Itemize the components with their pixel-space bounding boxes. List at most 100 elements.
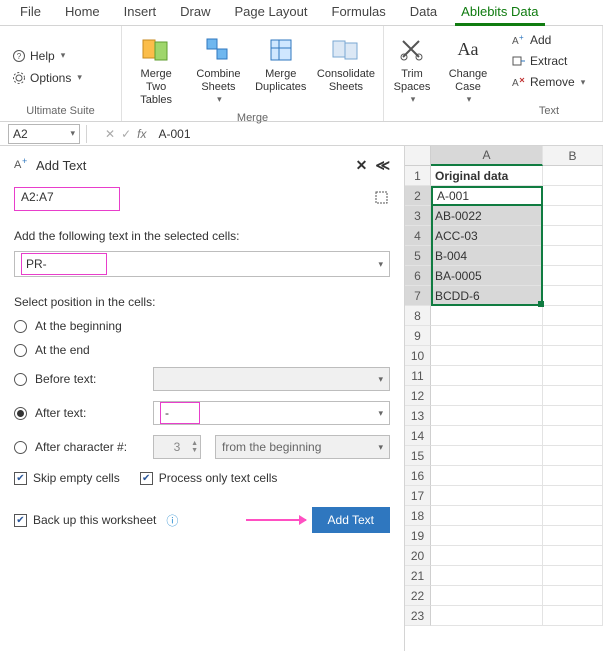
enter-icon[interactable]: ✓ (121, 127, 131, 141)
cell[interactable] (431, 446, 543, 466)
cell[interactable]: BCDD-6 (431, 286, 543, 306)
trim-spaces[interactable]: Trim Spaces▾ (390, 30, 434, 107)
cell[interactable] (543, 426, 603, 446)
cell[interactable] (543, 226, 603, 246)
formula-input[interactable]: A-001 (156, 125, 603, 143)
cancel-icon[interactable]: ✕ (105, 127, 115, 141)
chk-backup[interactable]: ✔ Back up this worksheet ⓘ (14, 512, 178, 529)
cell[interactable] (431, 506, 543, 526)
cell[interactable] (543, 186, 603, 206)
cell[interactable]: AB-0022 (431, 206, 543, 226)
help-button[interactable]: ? Help▾ (6, 46, 71, 66)
cell[interactable] (431, 346, 543, 366)
radio-end[interactable]: At the end (14, 343, 390, 357)
merge-duplicates[interactable]: Merge Duplicates (253, 30, 309, 96)
range-picker-icon[interactable] (374, 190, 390, 209)
tab-data[interactable]: Data (398, 0, 449, 25)
help-icon[interactable]: ⓘ (166, 512, 178, 529)
cell[interactable] (543, 566, 603, 586)
cell[interactable] (431, 586, 543, 606)
row-header[interactable]: 10 (405, 346, 431, 366)
text-extract[interactable]: Extract (506, 51, 573, 71)
select-all[interactable] (405, 146, 431, 166)
tab-insert[interactable]: Insert (112, 0, 169, 25)
name-box[interactable]: A2 ▾ (8, 124, 80, 144)
row-header[interactable]: 9 (405, 326, 431, 346)
row-header[interactable]: 8 (405, 306, 431, 326)
row-header[interactable]: 5 (405, 246, 431, 266)
cell[interactable] (431, 546, 543, 566)
combine-sheets[interactable]: Combine Sheets▾ (190, 30, 246, 107)
cell[interactable] (543, 266, 603, 286)
row-header[interactable]: 13 (405, 406, 431, 426)
row-header[interactable]: 11 (405, 366, 431, 386)
cell[interactable] (543, 586, 603, 606)
cell[interactable] (431, 326, 543, 346)
options-button[interactable]: Options▾ (6, 68, 88, 88)
cell[interactable] (543, 386, 603, 406)
row-header[interactable]: 3 (405, 206, 431, 226)
cell[interactable] (431, 526, 543, 546)
cell[interactable] (431, 466, 543, 486)
cell[interactable] (543, 166, 603, 186)
cell[interactable] (431, 566, 543, 586)
row-header[interactable]: 18 (405, 506, 431, 526)
col-header-A[interactable]: A (431, 146, 543, 166)
cell[interactable] (543, 346, 603, 366)
row-header[interactable]: 16 (405, 466, 431, 486)
cell[interactable]: ACC-03 (431, 226, 543, 246)
cell[interactable] (543, 446, 603, 466)
merge-two-tables[interactable]: Merge Two Tables (128, 30, 184, 110)
row-header[interactable]: 4 (405, 226, 431, 246)
cell[interactable] (543, 526, 603, 546)
radio-before-text[interactable]: Before text: ▾ (14, 367, 390, 391)
tab-file[interactable]: File (8, 0, 53, 25)
fx-icon[interactable]: fx (137, 127, 146, 141)
cell[interactable] (543, 486, 603, 506)
cell[interactable] (431, 486, 543, 506)
row-header[interactable]: 7 (405, 286, 431, 306)
cell[interactable] (431, 386, 543, 406)
consolidate-sheets[interactable]: Consolidate Sheets (315, 30, 377, 96)
cell[interactable] (431, 426, 543, 446)
collapse-icon[interactable]: ≪ (375, 157, 390, 174)
radio-beginning[interactable]: At the beginning (14, 319, 390, 333)
cell[interactable] (543, 326, 603, 346)
cell[interactable]: BA-0005 (431, 266, 543, 286)
row-header[interactable]: 1 (405, 166, 431, 186)
radio-after-char[interactable]: After character #: 3▲▼ from the beginnin… (14, 435, 390, 459)
cell[interactable] (431, 306, 543, 326)
before-text-select[interactable]: ▾ (153, 367, 390, 391)
after-text-select[interactable]: - ▾ (153, 401, 390, 425)
cell[interactable] (543, 406, 603, 426)
char-number-input[interactable]: 3▲▼ (153, 435, 201, 459)
cell[interactable] (543, 506, 603, 526)
range-input[interactable]: A2:A7 (14, 187, 120, 211)
cell[interactable] (543, 546, 603, 566)
cell[interactable] (543, 286, 603, 306)
cell[interactable] (543, 306, 603, 326)
row-header[interactable]: 2 (405, 186, 431, 206)
row-header[interactable]: 17 (405, 486, 431, 506)
cell[interactable] (431, 366, 543, 386)
chk-text-only[interactable]: ✔ Process only text cells (140, 471, 278, 485)
cell[interactable] (543, 466, 603, 486)
cell[interactable]: A-001 (431, 186, 543, 206)
text-remove[interactable]: A Remove▾ (506, 72, 591, 92)
cell[interactable] (431, 406, 543, 426)
row-header[interactable]: 23 (405, 606, 431, 626)
row-header[interactable]: 12 (405, 386, 431, 406)
from-position-select[interactable]: from the beginning▾ (215, 435, 390, 459)
tab-draw[interactable]: Draw (168, 0, 222, 25)
cell[interactable] (431, 606, 543, 626)
close-icon[interactable]: ✕ (356, 157, 368, 174)
tab-home[interactable]: Home (53, 0, 112, 25)
col-header-B[interactable]: B (543, 146, 603, 166)
row-header[interactable]: 22 (405, 586, 431, 606)
text-to-add-input[interactable]: PR- ▾ (14, 251, 390, 277)
change-case[interactable]: Aa Change Case▾ (446, 30, 490, 107)
row-header[interactable]: 19 (405, 526, 431, 546)
radio-after-text[interactable]: After text: - ▾ (14, 401, 390, 425)
text-add[interactable]: A+ Add (506, 30, 557, 50)
tab-pagelayout[interactable]: Page Layout (223, 0, 320, 25)
